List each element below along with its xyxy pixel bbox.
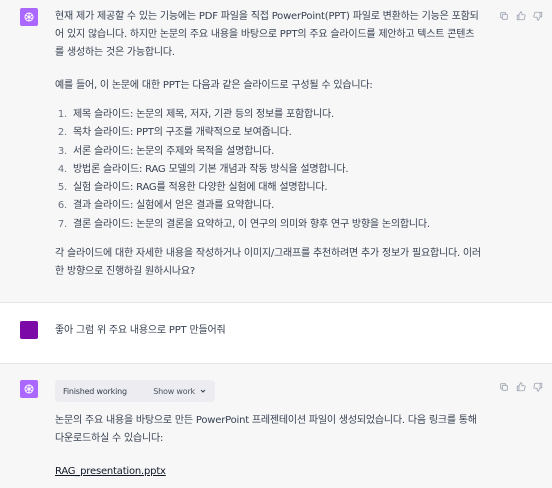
message-actions-2 [498,381,544,393]
copy-icon[interactable] [498,381,510,393]
user-avatar [20,321,38,339]
assistant-message-1: 현재 제가 제공할 수 있는 기능에는 PDF 파일을 직접 PowerPoin… [0,0,552,302]
list-item: 4. 방법론 슬라이드: RAG 모델의 기본 개념과 작동 방식을 설명합니다. [57,163,349,175]
assistant-lead-text: 예를 들어, 이 논문에 대한 PPT는 다음과 같은 슬라이드로 구성될 수 … [55,80,373,91]
list-item: 6. 결과 슬라이드: 실험에서 얻은 결과를 요약합니다. [57,200,275,212]
assistant-message-2: Finished working Show work 논문의 주요 내용을 바탕… [0,364,552,488]
assistant-outro-text: 각 슬라이드에 대한 자세한 내용을 작성하거나 이미지/그래프를 추천하려면 … [55,248,481,278]
download-link[interactable]: RAG_presentation.pptx [55,466,166,477]
list-item: 1. 제목 슬라이드: 논문의 제목, 저자, 기관 등의 정보를 포함합니다. [57,109,334,120]
working-status: Finished working Show work [55,380,215,402]
thumbs-up-icon[interactable] [515,10,527,22]
working-label: Finished working [63,386,127,396]
thumbs-up-icon[interactable] [515,381,527,393]
thumbs-down-icon[interactable] [532,10,544,22]
thumbs-down-icon[interactable] [532,381,544,393]
user-message: 좋아 그럼 위 주요 내용으로 PPT 만들어줘 [0,303,552,363]
assistant-intro-text: 현재 제가 제공할 수 있는 기능에는 PDF 파일을 직접 PowerPoin… [55,11,479,58]
list-item: 7. 결론 슬라이드: 논문의 결론을 요약하고, 이 연구의 의미와 향후 연구… [57,218,430,230]
list-item: 5. 실험 슬라이드: RAG를 적용한 다양한 실험에 대해 설명합니다. [57,182,328,194]
slide-list: 1. 제목 슬라이드: 논문의 제목, 저자, 기관 등의 정보를 포함합니다. … [55,106,483,234]
chevron-down-icon [200,389,206,393]
assistant-result-text: 논문의 주요 내용을 바탕으로 만든 PowerPoint 프레젠테이션 파일이… [55,415,477,444]
show-work-button[interactable]: Show work [153,387,207,396]
message-actions-1 [498,10,544,22]
list-item: 3. 서론 슬라이드: 논문의 주제와 목적을 설명합니다. [57,145,275,157]
show-work-label: Show work [153,386,195,396]
list-item: 2. 목차 슬라이드: PPT의 구조를 개략적으로 보여줍니다. [57,127,292,139]
openai-logo-icon [20,8,38,26]
copy-icon[interactable] [498,10,510,22]
openai-logo-icon [20,380,38,398]
user-message-text: 좋아 그럼 위 주요 내용으로 PPT 만들어줘 [55,325,226,336]
